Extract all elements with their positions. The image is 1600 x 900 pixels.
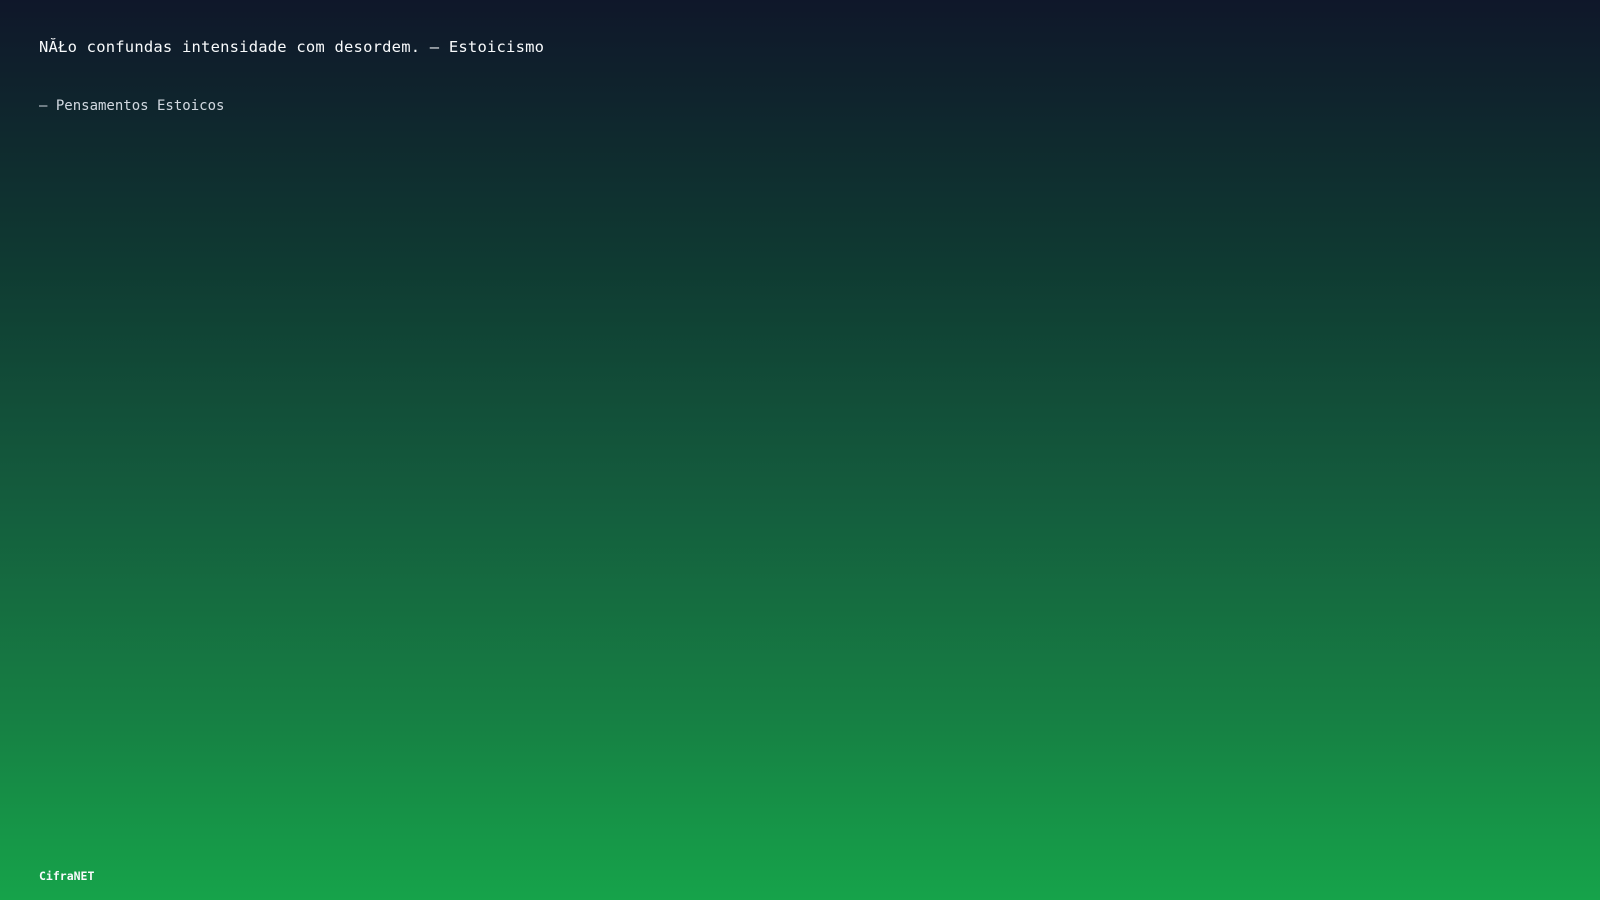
quote-text: NĂŁo confundas intensidade com desordem.… [39,38,545,56]
background-gradient [0,0,1600,900]
quote-source: — Pensamentos Estoicos [39,98,225,114]
brand-label: CifraNET [39,869,95,883]
